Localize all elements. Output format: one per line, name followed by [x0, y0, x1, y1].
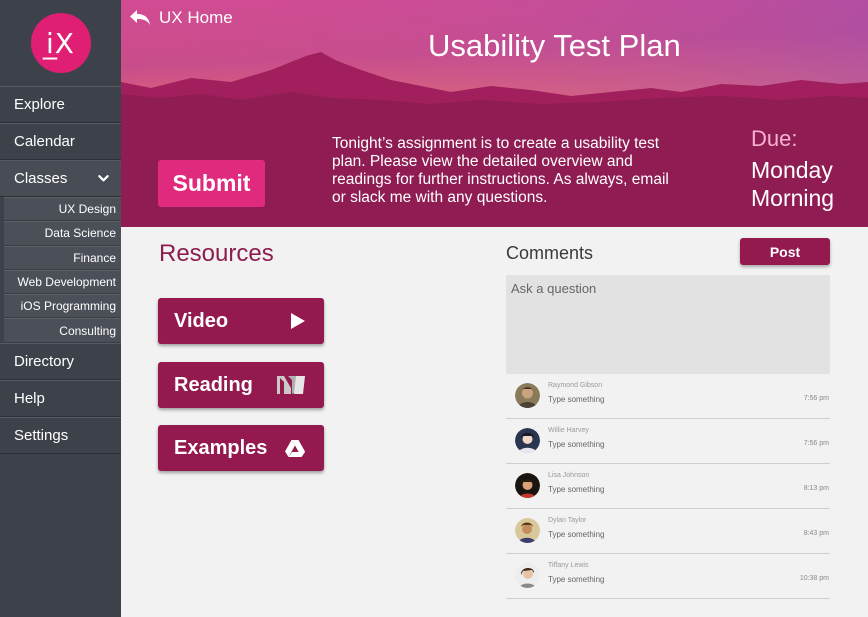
- comment-time: 8:13 pm: [803, 485, 829, 492]
- due-date-line1: Monday: [751, 157, 833, 183]
- due-info: Due: Monday Morning: [751, 126, 834, 212]
- avatar: [515, 563, 540, 588]
- sidebar-item-label: Classes: [14, 170, 68, 187]
- sidebar-item-classes[interactable]: Classes: [0, 160, 121, 197]
- avatar: [515, 383, 540, 408]
- examples-button-label: Examples: [174, 436, 268, 459]
- sidebar-item-settings[interactable]: Settings: [0, 416, 121, 454]
- ask-question-input[interactable]: [506, 275, 830, 374]
- comment-time: 7:56 pm: [803, 395, 829, 402]
- comment-list: Raymond Gibson Type something 7:56 pm Wi…: [506, 374, 830, 599]
- resources-heading: Resources: [159, 240, 274, 267]
- header-banner: UX Home Usability Test Plan Submit Tonig…: [121, 0, 868, 227]
- comment-item[interactable]: Tiffany Lewis Type something 10:38 pm: [506, 554, 830, 599]
- comment-time: 8:43 pm: [803, 530, 829, 537]
- sidebar-subitem-web-development[interactable]: Web Development: [4, 269, 121, 295]
- comment-author: Dylan Taylor: [548, 517, 587, 524]
- comment-text: Type something: [548, 575, 605, 584]
- comment-author: Tiffany Lewis: [548, 562, 589, 569]
- sidebar-item-explore[interactable]: Explore: [0, 86, 121, 123]
- sidebar-subitem-data-science[interactable]: Data Science: [4, 221, 121, 246]
- comment-text: Type something: [548, 395, 605, 404]
- comment-item[interactable]: Willie Harvey Type something 7:56 pm: [506, 419, 830, 464]
- assignment-description: Tonight’s assignment is to create a usab…: [332, 135, 669, 206]
- comment-author: Lisa Johnson: [548, 472, 590, 479]
- submit-button[interactable]: Submit: [158, 160, 265, 207]
- comment-text: Type something: [548, 485, 605, 494]
- back-link[interactable]: UX Home: [129, 8, 233, 28]
- comment-item[interactable]: Dylan Taylor Type something 8:43 pm: [506, 509, 830, 554]
- comment-author: Raymond Gibson: [548, 382, 603, 389]
- comment-text: Type something: [548, 440, 605, 449]
- sidebar-subitem-finance[interactable]: Finance: [4, 245, 121, 270]
- chevron-down-icon: [98, 175, 109, 182]
- post-button[interactable]: Post: [740, 238, 830, 265]
- avatar: [515, 518, 540, 543]
- sidebar-subitem-consulting[interactable]: Consulting: [4, 318, 121, 343]
- examples-button[interactable]: Examples: [158, 425, 324, 471]
- comment-item[interactable]: Lisa Johnson Type something 8:13 pm: [506, 464, 830, 509]
- sidebar-item-directory[interactable]: Directory: [0, 342, 121, 380]
- sidebar: i̲X Explore Calendar Classes UX Design D…: [0, 0, 121, 617]
- video-button-label: Video: [174, 309, 229, 332]
- sidebar-item-calendar[interactable]: Calendar: [0, 123, 121, 160]
- due-label: Due:: [751, 126, 798, 151]
- google-drive-icon: [285, 439, 305, 457]
- comment-time: 10:38 pm: [799, 575, 829, 582]
- app-logo[interactable]: i̲X: [30, 13, 91, 73]
- comment-text: Type something: [548, 530, 605, 539]
- sidebar-subitem-ios-programming[interactable]: iOS Programming: [4, 294, 121, 319]
- avatar: [515, 428, 540, 453]
- video-button[interactable]: Video: [158, 298, 324, 344]
- sidebar-subitem-ux-design[interactable]: UX Design: [4, 197, 121, 222]
- reading-button-label: Reading: [174, 373, 253, 396]
- page-title: Usability Test Plan: [428, 28, 681, 63]
- due-date-line2: Morning: [751, 185, 835, 211]
- medium-icon: [277, 376, 305, 394]
- comments-heading: Comments: [506, 243, 594, 263]
- play-icon: [291, 313, 305, 329]
- back-link-label: UX Home: [159, 8, 233, 27]
- comment-author: Willie Harvey: [548, 427, 589, 434]
- reading-button[interactable]: Reading: [158, 362, 324, 408]
- sidebar-item-help[interactable]: Help: [0, 379, 121, 417]
- back-arrow-icon: [130, 10, 150, 25]
- comment-item[interactable]: Raymond Gibson Type something 7:56 pm: [506, 374, 830, 419]
- avatar: [515, 473, 540, 498]
- logo-area: i̲X: [0, 0, 121, 86]
- comment-time: 7:56 pm: [803, 440, 829, 447]
